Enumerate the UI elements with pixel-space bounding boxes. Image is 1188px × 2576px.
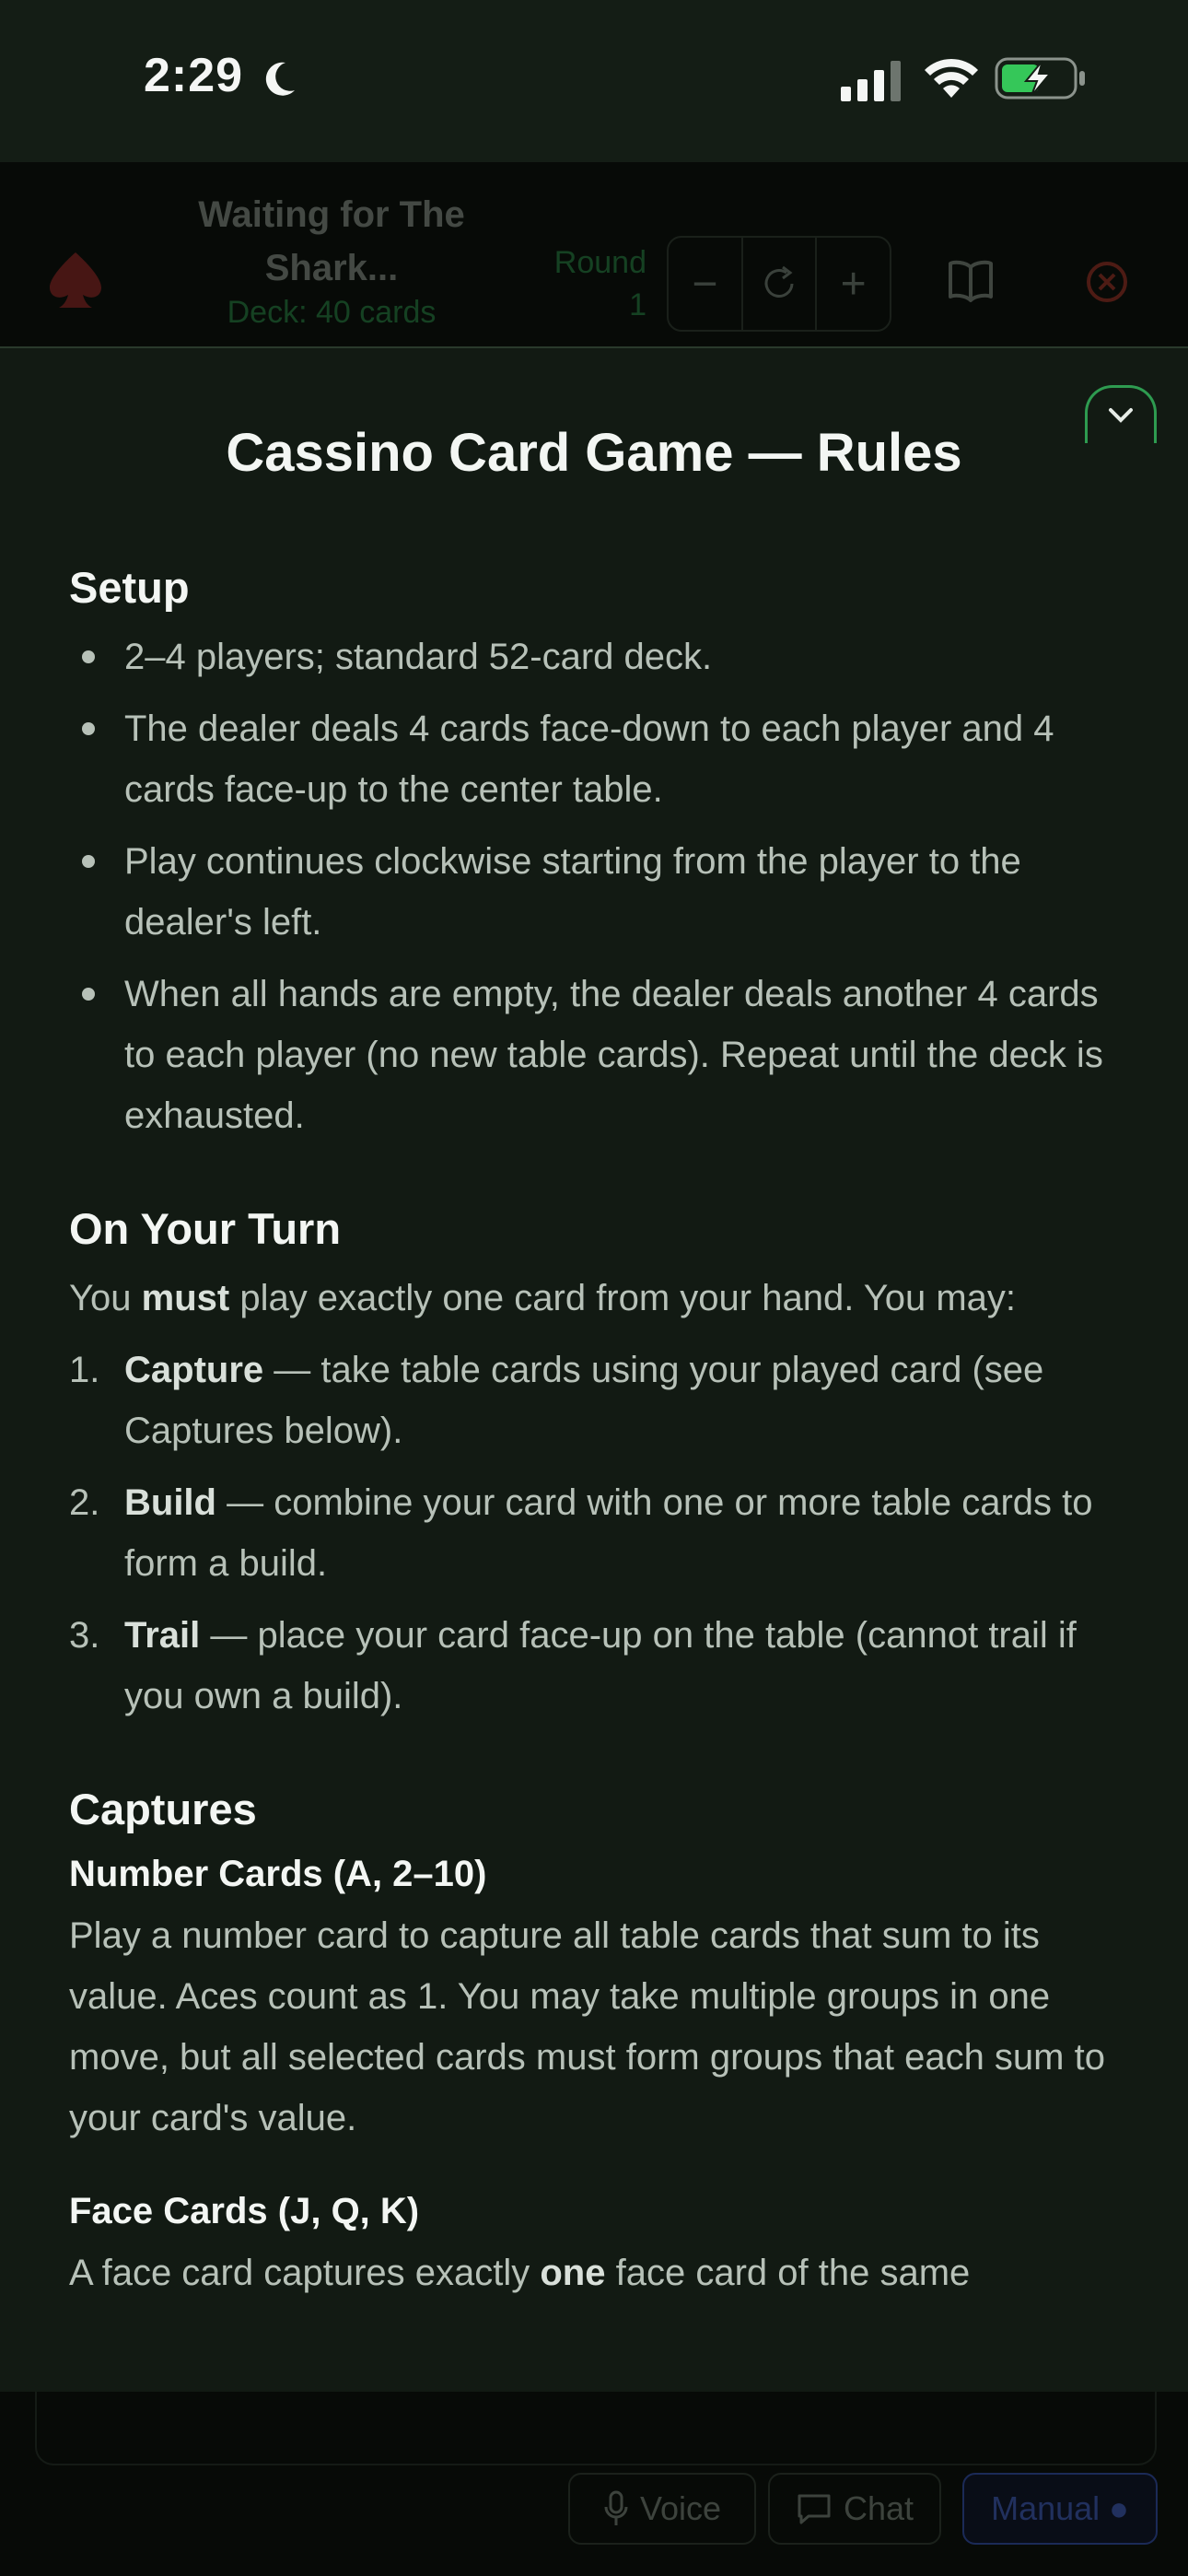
cellular-signal-icon (841, 61, 901, 101)
face-cards-text: A face card captures exactly one face ca… (69, 2253, 971, 2293)
turn-intro: You must play exactly one card from your… (69, 1278, 1017, 1318)
round-label: Round (553, 245, 646, 280)
manual-label: Manual ● (991, 2489, 1129, 2527)
setup-list: 2–4 players; standard 52-card deck. The … (69, 626, 1119, 1146)
list-item: When all hands are empty, the dealer dea… (69, 964, 1119, 1146)
chat-label: Chat (843, 2489, 914, 2527)
close-game-icon[interactable] (1085, 260, 1129, 304)
rules-title: Cassino Card Game — Rules (226, 423, 962, 483)
reset-button[interactable] (740, 238, 816, 330)
list-item: 1. Capture — take table cards using your … (69, 1350, 1044, 1451)
status-bar: 2:29 (0, 0, 1188, 162)
setup-section: Setup 2–4 players; standard 52-card deck… (69, 560, 1119, 1146)
wifi-icon (925, 58, 978, 98)
number-cards-text: Play a number card to capture all table … (69, 1915, 1105, 2138)
spade-icon (50, 252, 101, 308)
chat-button[interactable]: Chat (768, 2473, 941, 2545)
captures-heading: Captures (69, 1785, 257, 1833)
rules-content: Setup 2–4 players; standard 52-card deck… (69, 560, 1119, 2359)
message-input-area[interactable] (35, 2392, 1157, 2465)
rules-book-icon[interactable] (947, 256, 995, 304)
round-indicator: Round 1 (536, 241, 646, 326)
bottom-bar: Voice Chat Manual ● (0, 2392, 1188, 2576)
round-value: 1 (629, 287, 646, 322)
chat-bubble-icon (798, 2494, 831, 2524)
turn-heading: On Your Turn (69, 1204, 342, 1253)
turn-section: On Your Turn You must play exactly one c… (69, 1201, 1119, 1727)
voice-button[interactable]: Voice (568, 2473, 756, 2545)
game-header: Waiting for The Shark... Deck: 40 cards … (0, 162, 1188, 346)
list-item: The dealer deals 4 cards face-down to ea… (69, 698, 1119, 820)
reset-icon (764, 265, 794, 298)
increment-button[interactable]: + (815, 238, 890, 330)
battery-charging-icon (995, 57, 1085, 100)
manual-button[interactable]: Manual ● (962, 2473, 1158, 2545)
list-item: 2. Build — combine your card with one or … (69, 1482, 1093, 1584)
face-cards-heading: Face Cards (J, Q, K) (69, 2191, 420, 2231)
voice-label: Voice (639, 2489, 722, 2527)
waiting-status: Waiting for The Shark... (198, 194, 465, 288)
captures-section: Captures Number Cards (A, 2–10) Play a n… (69, 1782, 1119, 2303)
status-time: 2:29 (144, 49, 244, 102)
list-item: Play continues clockwise starting from t… (69, 831, 1119, 953)
deck-count: Deck: 40 cards (227, 295, 437, 330)
turn-options-list: 1. Capture — take table cards using your … (69, 1340, 1119, 1727)
decrement-button[interactable]: − (669, 238, 741, 330)
rules-sheet: Cassino Card Game — Rules Setup 2–4 play… (0, 346, 1188, 2394)
list-item: 3. Trail — place your card face-up on the… (69, 1615, 1077, 1716)
microphone-icon (604, 2490, 628, 2525)
moon-icon (265, 62, 295, 96)
list-item: 2–4 players; standard 52-card deck. (69, 626, 1119, 687)
number-cards-heading: Number Cards (A, 2–10) (69, 1854, 487, 1894)
setup-heading: Setup (69, 563, 190, 612)
round-stepper: − + (667, 236, 891, 332)
